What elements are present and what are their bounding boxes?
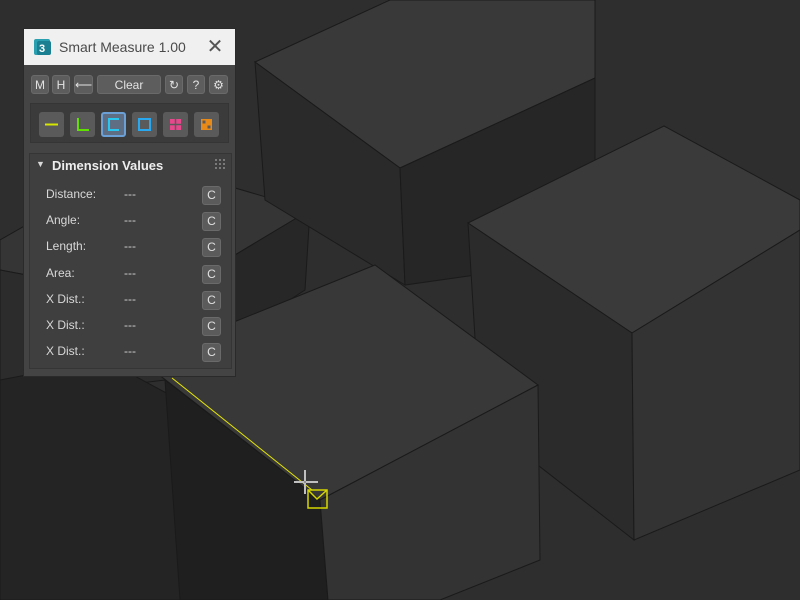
drag-grip-icon[interactable] <box>215 159 225 169</box>
help-button[interactable]: ? <box>187 75 205 94</box>
copy-x-dist-button-2[interactable]: C <box>202 317 221 336</box>
grid-box-icon <box>201 119 212 130</box>
x-dist-value-3: --- <box>124 344 136 358</box>
clear-button[interactable]: Clear <box>97 75 161 94</box>
section-header[interactable]: ▼ Dimension Values <box>30 154 231 176</box>
window-title: Smart Measure 1.00 <box>59 39 186 55</box>
x-dist-label-3: X Dist.: <box>46 344 85 358</box>
settings-gear-icon[interactable]: ⚙ <box>209 75 228 94</box>
length-tool-button[interactable] <box>101 112 126 137</box>
grid-tool-button[interactable] <box>194 112 219 137</box>
x-dist-value-2: --- <box>124 318 136 332</box>
bracket-icon <box>108 118 119 131</box>
angle-value: --- <box>124 213 136 227</box>
m-button[interactable]: M <box>31 75 49 94</box>
copy-angle-button[interactable]: C <box>202 212 221 231</box>
distance-label: Distance: <box>46 187 97 201</box>
copy-x-dist-button-3[interactable]: C <box>202 343 221 362</box>
plus-box-icon <box>170 119 181 130</box>
cube-left-front <box>0 359 191 600</box>
x-dist-value-1: --- <box>124 292 136 306</box>
back-arrow-button[interactable]: ⟵ <box>74 75 93 94</box>
app-logo-icon: 3 <box>34 39 51 55</box>
line-icon <box>45 123 58 126</box>
title-bar[interactable]: 3 Smart Measure 1.00 ✕ <box>24 29 235 65</box>
center-tool-button[interactable] <box>163 112 188 137</box>
square-icon <box>138 118 151 131</box>
smart-measure-panel: 3 Smart Measure 1.00 ✕ M H ⟵ Clear ↻ ? ⚙… <box>23 28 236 377</box>
distance-value: --- <box>124 187 136 201</box>
svg-text:3: 3 <box>39 43 45 55</box>
area-value: --- <box>124 266 136 280</box>
section-title: Dimension Values <box>52 158 164 173</box>
x-dist-label-1: X Dist.: <box>46 292 85 306</box>
line-tool-button[interactable] <box>39 112 64 137</box>
copy-length-button[interactable]: C <box>202 238 221 257</box>
copy-distance-button[interactable]: C <box>202 186 221 205</box>
angle-tool-button[interactable] <box>70 112 95 137</box>
collapse-caret-icon[interactable]: ▼ <box>36 159 45 169</box>
copy-area-button[interactable]: C <box>202 265 221 284</box>
close-icon[interactable]: ✕ <box>205 37 225 57</box>
h-button[interactable]: H <box>52 75 70 94</box>
area-tool-button[interactable] <box>132 112 157 137</box>
copy-x-dist-button-1[interactable]: C <box>202 291 221 310</box>
area-label: Area: <box>46 266 75 280</box>
refresh-icon[interactable]: ↻ <box>165 75 183 94</box>
dimension-values-section: ▼ Dimension Values Distance: --- C Angle… <box>29 153 232 369</box>
angle-label: Angle: <box>46 213 81 227</box>
length-value: --- <box>124 239 136 253</box>
angle-icon <box>77 118 89 131</box>
length-label: Length: <box>46 239 87 253</box>
x-dist-label-2: X Dist.: <box>46 318 85 332</box>
measure-tools-row <box>30 103 229 143</box>
